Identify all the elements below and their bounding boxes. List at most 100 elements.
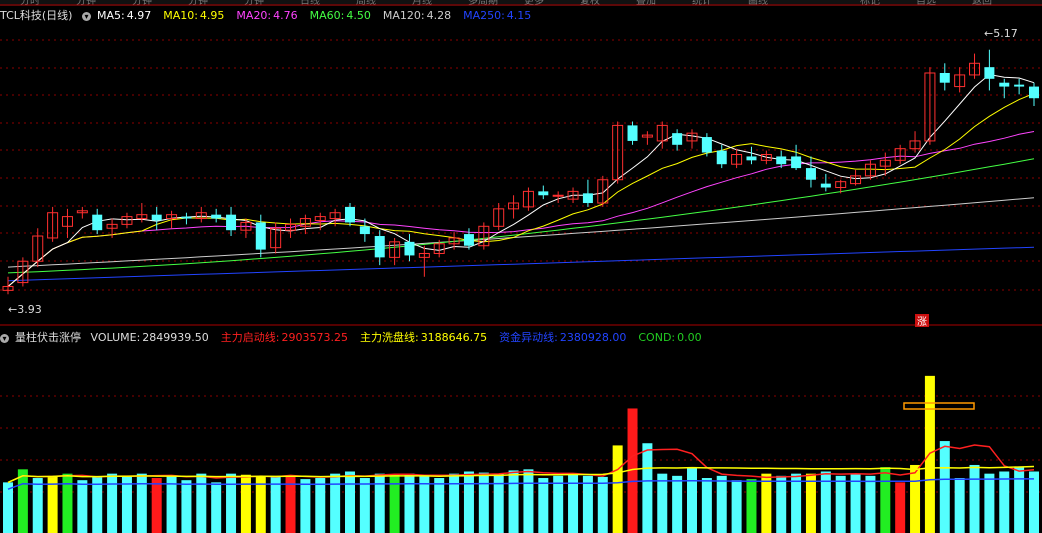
legend-label: MA120: xyxy=(382,9,425,22)
ma10-line xyxy=(7,92,1035,287)
legend-value: 0.00 xyxy=(677,331,702,344)
candle-body xyxy=(211,214,222,219)
volume-bar xyxy=(582,475,593,533)
ma-settings-icon[interactable]: ▾ xyxy=(81,11,91,21)
candle-body xyxy=(746,156,757,161)
legend-label: 主力洗盘线: xyxy=(359,331,419,344)
candle-body xyxy=(92,214,103,231)
volume-bar xyxy=(196,473,207,533)
indicator-settings-icon[interactable]: ▾ xyxy=(0,333,9,343)
legend-value: 4.28 xyxy=(426,9,452,22)
legend-value: 2903573.25 xyxy=(281,331,348,344)
legend-label: 资金异动线: xyxy=(499,331,558,344)
volume-bar xyxy=(865,475,876,533)
legend-label: MA5: xyxy=(96,9,125,22)
wash-line xyxy=(7,465,1035,484)
volume-bar xyxy=(612,445,623,533)
volume-bar xyxy=(315,478,326,533)
volume-bar xyxy=(300,479,311,533)
volume-legend-list: VOLUME: 2849939.50 主力启动线: 2903573.25 主力洗盘线: 3… xyxy=(91,331,714,344)
legend-item: MA60: 4.50 xyxy=(310,9,377,22)
ma20-line xyxy=(7,131,1035,287)
volume-bar xyxy=(508,470,519,533)
legend-value: 4.76 xyxy=(273,9,298,22)
candle-body xyxy=(359,226,370,235)
legend-value: 4.95 xyxy=(199,9,225,22)
volume-bar xyxy=(211,482,222,533)
legend-value: 3188646.75 xyxy=(420,331,488,344)
candle-body xyxy=(404,241,415,256)
legend-item: 主力启动线: 2903573.25 xyxy=(221,331,354,344)
volume-bar xyxy=(984,473,995,533)
volume-bar xyxy=(523,469,534,533)
volume-bar xyxy=(672,475,683,533)
volume-bar xyxy=(761,473,772,533)
volume-bar xyxy=(374,473,385,533)
stock-chart-window: 分时分钟分钟分钟分钟日线周线月线多周期更多复权叠加统计画线F10标记自选返回 ←… xyxy=(0,0,1042,533)
volume-bar xyxy=(478,472,489,533)
candle-body xyxy=(820,183,831,188)
volume-bar xyxy=(32,478,43,533)
volume-bar xyxy=(776,475,787,533)
candle-body xyxy=(791,156,802,169)
legend-label: MA20: xyxy=(236,9,272,22)
candle-body xyxy=(627,125,638,141)
legend-item: MA120: 4.28 xyxy=(383,9,457,22)
candle-body xyxy=(181,216,192,219)
legend-label: VOLUME: xyxy=(90,331,141,344)
volume-bar xyxy=(136,473,147,533)
volume-bar xyxy=(910,464,921,533)
candle-body xyxy=(672,133,683,145)
volume-bar xyxy=(62,473,73,533)
volume-bar xyxy=(434,478,445,533)
kline-chart[interactable]: ←5.17 ←3.93 涨 xyxy=(0,0,1042,533)
legend-item: 资金异动线: 2380928.00 xyxy=(499,331,632,344)
legend-label: COND: xyxy=(638,331,676,344)
volume-bar xyxy=(791,473,802,533)
volume-bar xyxy=(687,467,697,533)
ma60-line xyxy=(7,158,1035,274)
volume-bar xyxy=(449,473,460,533)
volume-legend: ▾ 量柱伏击涨停 VOLUME: 2849939.50 主力启动线: 2903573.2… xyxy=(0,330,720,346)
legend-value: 4.15 xyxy=(506,9,532,22)
legend-value: 2849939.50 xyxy=(142,331,209,344)
volume-bar xyxy=(880,467,891,533)
volume-bar xyxy=(151,478,162,533)
fund-anomaly-line xyxy=(7,478,1034,490)
volume-bar xyxy=(731,480,742,533)
legend-value: 4.50 xyxy=(346,9,371,22)
volume-bar xyxy=(270,476,281,533)
candle-body xyxy=(939,72,950,83)
legend-label: MA60: xyxy=(309,9,345,22)
volume-bar xyxy=(924,375,935,533)
legend-value: 2380928.00 xyxy=(559,331,627,344)
candle-body xyxy=(463,234,474,246)
legend-label: MA10: xyxy=(163,9,198,22)
candle-body xyxy=(1014,84,1025,87)
stock-title[interactable]: TCL科技(日线) xyxy=(0,9,72,22)
legend-item: COND: 0.00 xyxy=(638,331,707,344)
volume-bar xyxy=(17,469,28,533)
candle-body xyxy=(716,150,727,165)
volume-bar xyxy=(716,475,727,533)
candle-body xyxy=(151,214,162,221)
legend-value: 4.97 xyxy=(126,9,152,22)
volume-bar xyxy=(1014,467,1025,533)
candle-body xyxy=(374,236,385,258)
legend-item: MA250: 4.15 xyxy=(463,9,537,22)
candle-body xyxy=(776,156,787,165)
volume-bar xyxy=(493,473,504,533)
candle-body xyxy=(805,168,816,180)
volume-bar xyxy=(3,482,13,533)
volume-bar xyxy=(805,473,816,533)
volume-bar xyxy=(404,473,415,533)
ma-legend-list: ▾ MA5: 4.97 MA10: 4.95 MA20: 4.76 MA60: 4.50 MA12… xyxy=(81,9,543,22)
volume-bar xyxy=(359,478,370,533)
indicator-title[interactable]: 量柱伏击涨停 xyxy=(15,331,81,344)
volume-bar xyxy=(553,475,564,533)
volume-bar xyxy=(850,473,861,533)
candle-body xyxy=(1029,86,1039,99)
legend-item: MA10: 4.95 xyxy=(163,9,230,22)
volume-bar xyxy=(969,464,980,533)
candle-body xyxy=(701,137,712,153)
